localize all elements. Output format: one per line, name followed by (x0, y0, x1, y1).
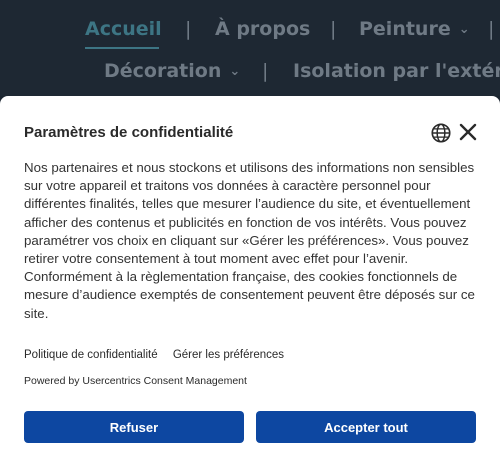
chevron-down-icon: ⌄ (229, 64, 241, 79)
nav-item-peinture[interactable]: Peinture ⌄ (359, 18, 470, 40)
nav-item-decoration[interactable]: Décoration ⌄ (104, 60, 240, 82)
accept-all-button[interactable]: Accepter tout (256, 411, 476, 443)
nav-separator: | (185, 18, 192, 40)
privacy-settings-dialog: Paramètres de confidentialité Nos parten… (0, 96, 500, 467)
nav-item-accueil[interactable]: Accueil (85, 18, 162, 40)
dialog-links: Politique de confidentialité Gérer les p… (24, 349, 296, 361)
nav-item-a-propos[interactable]: À propos (215, 18, 310, 40)
consent-description: Nos partenaires et nous stockons et util… (24, 160, 475, 321)
globe-icon[interactable] (430, 122, 452, 144)
nav-item-isolation[interactable]: Isolation par l'extérie (293, 60, 500, 82)
nav-separator: | (330, 18, 337, 40)
nav-item-label: Peinture (359, 18, 451, 40)
close-icon[interactable] (458, 122, 478, 142)
manage-preferences-link[interactable]: Gérer les préférences (173, 349, 284, 361)
nav-separator: | (488, 18, 495, 40)
site-navigation: Accueil | À propos | Peinture ⌄ | Décorat… (0, 0, 500, 96)
nav-separator: | (262, 60, 269, 82)
nav-item-label: Décoration (104, 60, 222, 82)
nav-active-underline (85, 47, 159, 49)
refuse-button[interactable]: Refuser (24, 411, 244, 443)
powered-by-text: Powered by Usercentrics Consent Manageme… (24, 375, 247, 387)
privacy-policy-link[interactable]: Politique de confidentialité (24, 349, 158, 361)
dialog-title: Paramètres de confidentialité (24, 124, 234, 141)
chevron-down-icon: ⌄ (458, 22, 470, 37)
